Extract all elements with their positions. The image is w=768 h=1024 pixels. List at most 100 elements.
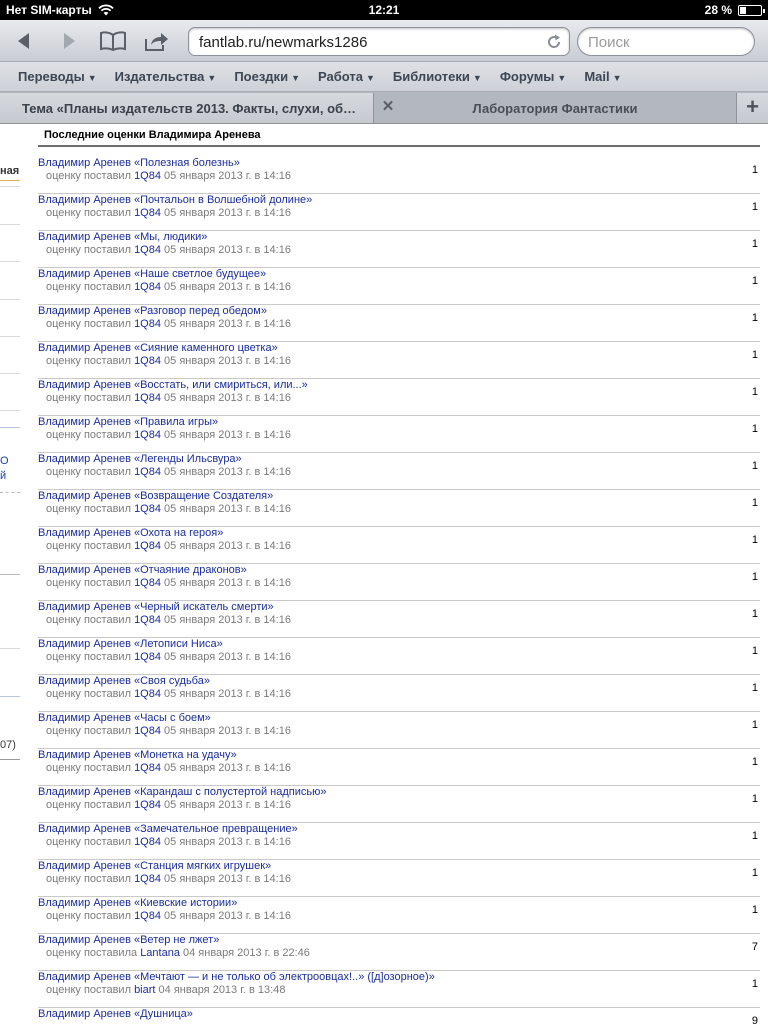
work-title-link[interactable]: Владимир Аренев «Мечтают — и не только о…: [38, 971, 435, 983]
sidebar-fragment-link[interactable]: О: [0, 455, 9, 467]
work-title-link[interactable]: Владимир Аренев «Мы, людики»: [38, 231, 207, 243]
work-title-link[interactable]: Владимир Аренев «Правила игры»: [38, 416, 218, 428]
list-item: Владимир Аренев «Разговор перед обедом» о…: [38, 305, 760, 342]
rating-meta: оценку поставил 1Q84 05 января 2013 г. в…: [46, 318, 291, 330]
new-tab-button[interactable]: +: [736, 93, 768, 123]
user-link[interactable]: 1Q84: [134, 244, 161, 256]
work-title-link[interactable]: Владимир Аренев «Душница»: [38, 1008, 193, 1020]
user-link[interactable]: 1Q84: [134, 873, 161, 885]
work-title-link[interactable]: Владимир Аренев «Отчаяние драконов»: [38, 564, 247, 576]
rating-date: 05 января 2013 г. в 14:16: [164, 207, 291, 219]
bookmark-label: Форумы: [499, 69, 555, 84]
bookmark-menu-5[interactable]: Форумы ▼: [500, 69, 567, 84]
work-title-link[interactable]: Владимир Аренев «Часы с боем»: [38, 712, 211, 724]
rating-prefix: оценку поставил: [46, 873, 131, 885]
list-item: Владимир Аренев «Летописи Ниса» оценку по…: [38, 638, 760, 675]
user-link[interactable]: 1Q84: [134, 466, 161, 478]
work-title-link[interactable]: Владимир Аренев «Легенды Ильсвура»: [38, 453, 242, 465]
bookmark-label: Издательства: [114, 69, 205, 84]
work-title-link[interactable]: Владимир Аренев «Монетка на удачу»: [38, 749, 237, 761]
rating-date: 05 января 2013 г. в 14:16: [164, 244, 291, 256]
work-title-link[interactable]: Владимир Аренев «Своя судьба»: [38, 675, 210, 687]
rating-date: 05 января 2013 г. в 14:16: [164, 725, 291, 737]
rating-score: 1: [751, 386, 758, 398]
user-link[interactable]: 1Q84: [134, 503, 161, 515]
user-link[interactable]: 1Q84: [134, 799, 161, 811]
bookmark-menu-6[interactable]: Mail ▼: [584, 69, 621, 84]
work-title-link[interactable]: Владимир Аренев «Возвращение Создателя»: [38, 490, 273, 502]
bookmark-menu-3[interactable]: Работа ▼: [318, 69, 375, 84]
sidebar-divider: [0, 299, 20, 300]
work-title-link[interactable]: Владимир Аренев «Наше светлое будущее»: [38, 268, 266, 280]
user-link[interactable]: 1Q84: [134, 392, 161, 404]
user-link[interactable]: 1Q84: [134, 725, 161, 737]
sidebar-fragment-link[interactable]: й: [0, 470, 6, 482]
rating-prefix: оценку поставил: [46, 762, 131, 774]
rating-meta: оценку поставил 1Q84 05 января 2013 г. в…: [46, 725, 291, 737]
bookmarks-bar: Переводы ▼ Издательства ▼ Поездки ▼ Работа ▼ Биб…: [0, 62, 768, 92]
page-title: Последние оценки Владимира Аренева: [44, 129, 261, 141]
rating-score: 1: [751, 904, 758, 916]
bookmark-label: Библиотеки: [392, 69, 470, 84]
rating-meta: оценку поставил 1Q84 05 января 2013 г. в…: [46, 577, 291, 589]
address-bar[interactable]: fantlab.ru/newmarks1286: [188, 27, 570, 56]
user-link[interactable]: 1Q84: [134, 170, 161, 182]
work-title-link[interactable]: Владимир Аренев «Замечательное превращен…: [38, 823, 298, 835]
work-title-link[interactable]: Владимир Аренев «Охота на героя»: [38, 527, 223, 539]
bookmark-menu-2[interactable]: Поездки ▼: [234, 69, 300, 84]
user-link[interactable]: 1Q84: [134, 614, 161, 626]
list-item: Владимир Аренев «Легенды Ильсвура» оценку…: [38, 453, 760, 490]
list-item: Владимир Аренев «Своя судьба» оценку пост…: [38, 675, 760, 712]
bookmark-menu-0[interactable]: Переводы ▼: [18, 69, 97, 84]
back-button[interactable]: [9, 26, 39, 56]
work-title-link[interactable]: Владимир Аренев «Разговор перед обедом»: [38, 305, 267, 317]
user-link[interactable]: 1Q84: [134, 688, 161, 700]
rating-meta: оценку поставил 1Q84 05 января 2013 г. в…: [46, 429, 291, 441]
forward-button[interactable]: [54, 26, 84, 56]
list-item: Владимир Аренев «Киевские истории» оценку…: [38, 897, 760, 934]
work-title-link[interactable]: Владимир Аренев «Киевские истории»: [38, 897, 237, 909]
tab-active[interactable]: Тема «Планы издательств 2013. Факты, слу…: [0, 93, 374, 123]
battery-icon: [738, 4, 765, 16]
rating-score: 1: [751, 349, 758, 361]
user-link[interactable]: 1Q84: [134, 355, 161, 367]
user-link[interactable]: 1Q84: [134, 207, 161, 219]
work-title-link[interactable]: Владимир Аренев «Сияние каменного цветка…: [38, 342, 278, 354]
work-title-link[interactable]: Владимир Аренев «Станция мягких игрушек»: [38, 860, 271, 872]
rating-score: 1: [751, 608, 758, 620]
work-title-link[interactable]: Владимир Аренев «Летописи Ниса»: [38, 638, 223, 650]
user-link[interactable]: biart: [134, 984, 155, 996]
user-link[interactable]: 1Q84: [134, 540, 161, 552]
work-title-link[interactable]: Владимир Аренев «Ветер не лжет»: [38, 934, 219, 946]
search-field[interactable]: [577, 27, 755, 56]
ratings-list: Владимир Аренев «Полезная болезнь» оценку…: [38, 157, 760, 1024]
user-link[interactable]: Lantana: [140, 947, 180, 959]
rating-score: 1: [751, 238, 758, 250]
work-title-link[interactable]: Владимир Аренев «Почтальон в Волшебной д…: [38, 194, 312, 206]
rating-score: 1: [751, 645, 758, 657]
search-input[interactable]: [588, 34, 738, 51]
user-link[interactable]: 1Q84: [134, 836, 161, 848]
rating-prefix: оценку поставил: [46, 577, 131, 589]
bookmarks-button[interactable]: [98, 26, 128, 56]
bookmark-menu-4[interactable]: Библиотеки ▼: [393, 69, 482, 84]
work-title-link[interactable]: Владимир Аренев «Карандаш с полустертой …: [38, 786, 327, 798]
share-button[interactable]: [141, 26, 171, 56]
tab-fantlab[interactable]: Лаборатория Фантастики: [375, 93, 735, 123]
rating-date: 05 января 2013 г. в 14:16: [164, 910, 291, 922]
work-title-link[interactable]: Владимир Аренев «Полезная болезнь»: [38, 157, 240, 169]
rating-prefix: оценку поставил: [46, 207, 131, 219]
rating-prefix: оценку поставил: [46, 688, 131, 700]
user-link[interactable]: 1Q84: [134, 910, 161, 922]
bookmark-menu-1[interactable]: Издательства ▼: [115, 69, 217, 84]
work-title-link[interactable]: Владимир Аренев «Черный искатель смерти»: [38, 601, 274, 613]
work-title-link[interactable]: Владимир Аренев «Восстать, или смириться…: [38, 379, 308, 391]
reload-icon[interactable]: [545, 33, 563, 51]
tab-close-icon[interactable]: ✕: [380, 99, 396, 115]
user-link[interactable]: 1Q84: [134, 429, 161, 441]
user-link[interactable]: 1Q84: [134, 281, 161, 293]
user-link[interactable]: 1Q84: [134, 577, 161, 589]
user-link[interactable]: 1Q84: [134, 318, 161, 330]
user-link[interactable]: 1Q84: [134, 651, 161, 663]
user-link[interactable]: 1Q84: [134, 762, 161, 774]
